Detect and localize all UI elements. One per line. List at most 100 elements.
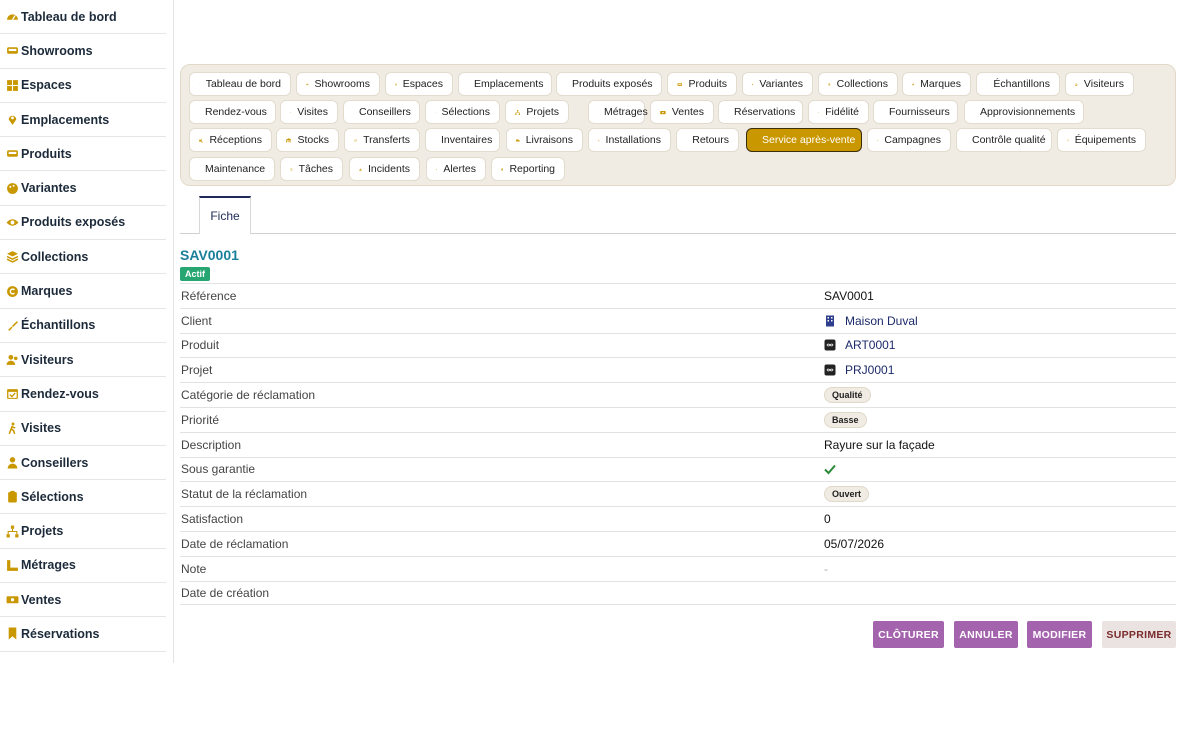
nav-chip-emplacements[interactable]: Emplacements — [458, 72, 552, 96]
table-row: Client Maison Duval — [180, 307, 1176, 333]
nav-chip-selections[interactable]: Sélections — [425, 100, 500, 124]
truck-loading-icon — [199, 135, 204, 146]
nav-chip-label: Inventaires — [441, 134, 493, 146]
nav-chip-label: Emplacements — [474, 78, 544, 90]
sidebar-item-produits[interactable]: Produits — [0, 137, 166, 172]
sidebar-item-collections[interactable]: Collections — [0, 240, 166, 275]
nav-chip-reporting[interactable]: Reporting — [491, 157, 565, 181]
nav-chip-visiteurs[interactable]: Visiteurs — [1065, 72, 1134, 96]
sidebar-item-label: Rendez-vous — [21, 386, 99, 401]
nav-chip-controle-qualite[interactable]: Contrôle qualité — [956, 128, 1052, 152]
nav-chip-metrages[interactable]: Métrages — [588, 100, 648, 124]
nav-chip-incidents[interactable]: Incidents — [349, 157, 420, 181]
sidebar-item-produits-exposes[interactable]: Produits exposés — [0, 206, 166, 241]
sidebar-item-marques[interactable]: Marques — [0, 274, 166, 309]
sidebar-item-selections[interactable]: Sélections — [0, 480, 166, 515]
nav-chip-conseillers[interactable]: Conseillers — [343, 100, 420, 124]
sidebar-item-showrooms[interactable]: Showrooms — [0, 34, 166, 69]
sidebar-item-metrages[interactable]: Métrages — [0, 549, 166, 584]
sidebar-item-reservations[interactable]: Réservations — [0, 617, 166, 652]
cash-icon — [6, 593, 19, 606]
field-value-cell: Ouvert — [824, 486, 870, 503]
nav-chip-campagnes[interactable]: Campagnes — [867, 128, 951, 152]
delete-button[interactable]: SUPPRIMER — [1102, 621, 1176, 648]
nav-chip-projets[interactable]: Projets — [505, 100, 569, 124]
record-link[interactable]: PRJ0001 — [845, 363, 894, 377]
nav-chip-label: Rendez-vous — [205, 106, 267, 118]
nav-chip-label: Réceptions — [209, 134, 262, 146]
nav-chip-rendez-vous[interactable]: Rendez-vous — [189, 100, 276, 124]
nav-chip-label: Transferts — [363, 134, 410, 146]
nav-chip-espaces[interactable]: Espaces — [385, 72, 453, 96]
nav-chip-label: Fournisseurs — [889, 106, 950, 118]
field-label: Référence — [181, 288, 237, 303]
nav-chip-visites[interactable]: Visites — [280, 100, 338, 124]
sidebar-item-echantillons[interactable]: Échantillons — [0, 309, 166, 343]
nav-chip-produits[interactable]: Produits — [667, 72, 737, 96]
sidebar-item-ventes[interactable]: Ventes — [0, 583, 166, 618]
nav-chip-echantillons[interactable]: Échantillons — [976, 72, 1060, 96]
nav-chip-equipements[interactable]: Équipements — [1057, 128, 1146, 152]
nav-chip-tableau-de-bord[interactable]: Tableau de bord — [189, 72, 291, 96]
nav-chip-retours[interactable]: Retours — [676, 128, 739, 152]
nav-chip-livraisons[interactable]: Livraisons — [506, 128, 583, 152]
sidebar-item-visites[interactable]: Visites — [0, 412, 166, 446]
sidebar-item-rendez-vous[interactable]: Rendez-vous — [0, 377, 166, 412]
field-label: Client — [181, 313, 212, 328]
sidebar-item-variantes[interactable]: Variantes — [0, 171, 166, 206]
sidebar-item-label: Produits exposés — [21, 215, 126, 230]
table-row: Statut de la réclamation Ouvert — [180, 481, 1176, 506]
nav-chip-transferts[interactable]: Transferts — [344, 128, 420, 152]
nav-chip-receptions[interactable]: Réceptions — [189, 128, 272, 152]
record-link[interactable]: ART0001 — [845, 338, 895, 352]
nav-chip-label: Collections — [836, 78, 888, 90]
nav-chip-variantes[interactable]: Variantes — [742, 72, 813, 96]
nav-chip-label: Équipements — [1074, 134, 1136, 146]
nav-chip-fournisseurs[interactable]: Fournisseurs — [873, 100, 958, 124]
record-link[interactable]: Maison Duval — [845, 314, 918, 328]
nav-chip-ventes[interactable]: Ventes — [650, 100, 714, 124]
eye-icon — [6, 216, 19, 229]
field-value-cell: - — [824, 562, 828, 576]
users-icon — [6, 353, 19, 366]
sitemap-icon — [515, 107, 521, 118]
field-label: Satisfaction — [181, 512, 244, 527]
nav-chip-showrooms[interactable]: Showrooms — [296, 72, 380, 96]
nav-chip-stocks[interactable]: Stocks — [276, 128, 339, 152]
field-value-cell: Rayure sur la façade — [824, 438, 935, 452]
sidebar-item-espaces[interactable]: Espaces — [0, 69, 166, 103]
field-label: Priorité — [181, 412, 220, 427]
nav-chip-label: Produits — [688, 78, 727, 90]
nav-chip-installations[interactable]: Installations — [588, 128, 671, 152]
nav-chip-label: Tâches — [298, 163, 333, 175]
pie-chart-icon — [501, 164, 504, 175]
sidebar-item-conseillers[interactable]: Conseillers — [0, 446, 166, 481]
nav-chip-service-apres-vente[interactable]: Service après-vente — [746, 128, 862, 152]
nav-chip-approvisionnements[interactable]: Approvisionnements — [964, 100, 1084, 124]
nav-chip-produits-exposes[interactable]: Produits exposés — [556, 72, 662, 96]
field-label: Statut de la réclamation — [181, 487, 308, 502]
sidebar-item-emplacements[interactable]: Emplacements — [0, 103, 166, 138]
nav-chip-reservations[interactable]: Réservations — [718, 100, 803, 124]
nav-chip-label: Visites — [297, 106, 328, 118]
nav-chip-maintenance[interactable]: Maintenance — [189, 157, 275, 181]
tab-fiche[interactable]: Fiche — [199, 196, 251, 234]
sidebar-item-visiteurs[interactable]: Visiteurs — [0, 343, 166, 378]
layers-icon — [828, 79, 831, 90]
sidebar-item-projets[interactable]: Projets — [0, 514, 166, 549]
cancel-button[interactable]: ANNULER — [954, 621, 1018, 648]
nav-chip-marques[interactable]: Marques — [902, 72, 971, 96]
nav-chip-collections[interactable]: Collections — [818, 72, 898, 96]
record-title: SAV0001 — [180, 247, 239, 263]
nav-chip-fidelite[interactable]: Fidélité — [808, 100, 869, 124]
palette-icon — [6, 182, 19, 195]
nav-chip-inventaires[interactable]: Inventaires — [425, 128, 500, 152]
couch-icon — [306, 79, 309, 90]
module-nav: Tableau de bord Showrooms Espaces Emplaceme… — [180, 64, 1176, 186]
sidebar-item-tableau-de-bord[interactable]: Tableau de bord — [0, 0, 166, 35]
close-button[interactable]: CLÔTURER — [873, 621, 944, 648]
edit-button[interactable]: MODIFIER — [1027, 621, 1092, 648]
field-value-cell: PRJ0001 — [824, 363, 894, 377]
nav-chip-alertes[interactable]: Alertes — [426, 157, 486, 181]
nav-chip-taches[interactable]: Tâches — [280, 157, 343, 181]
